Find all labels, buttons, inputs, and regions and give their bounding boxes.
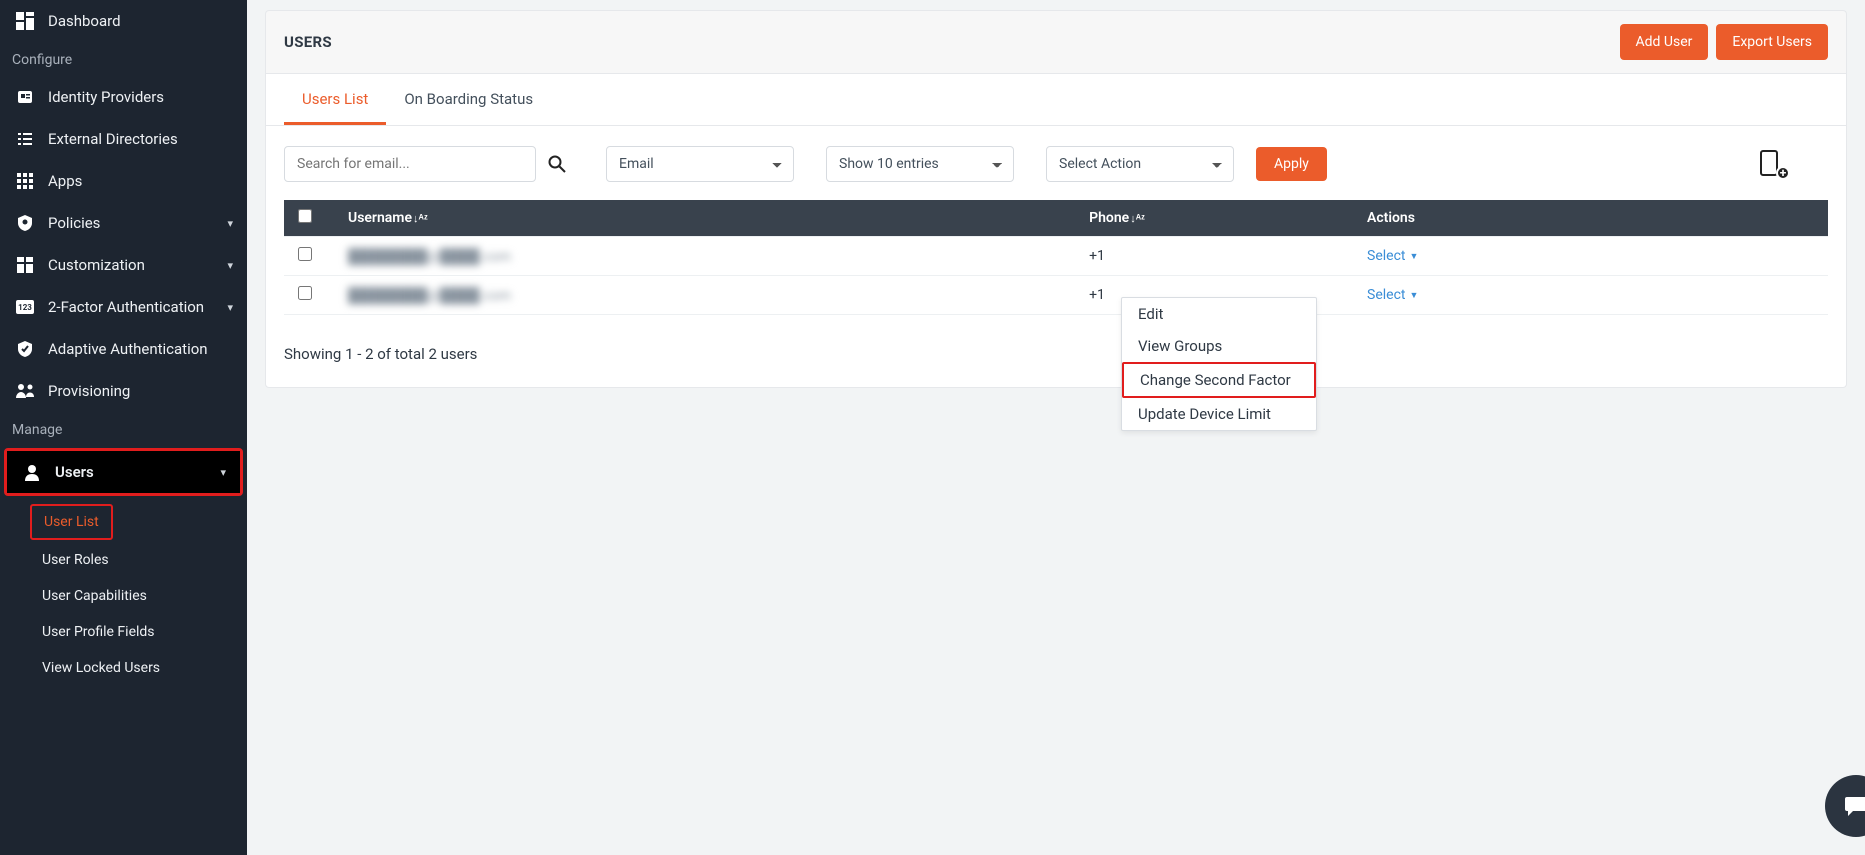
action-select[interactable]: Select Action [1046,146,1234,182]
verified-icon [14,340,36,358]
section-configure: Configure [0,42,247,76]
row-action-dropdown: Edit View Groups Change Second Factor Up… [1121,297,1317,431]
sidebar-item-label: Policies [48,214,100,232]
field-select[interactable]: Email [606,146,794,182]
apply-button[interactable]: Apply [1256,147,1327,181]
dropdown-edit[interactable]: Edit [1122,298,1316,330]
table-row: ████████@████.com +1 Select ▼ [284,237,1828,276]
col-username[interactable]: Username↓ᴬᶻ [334,200,1075,237]
table-row: ████████@████.com +1 Select ▼ [284,276,1828,315]
sidebar-item-label: Customization [48,256,145,274]
sidebar-sub-user-capabilities[interactable]: User Capabilities [0,578,247,614]
sort-icon: ↓ᴬᶻ [1130,212,1145,225]
section-manage: Manage [0,412,247,446]
entries-select[interactable]: Show 10 entries [826,146,1014,182]
2fa-icon: 123 [14,300,36,314]
sidebar-item-label: External Directories [48,130,178,148]
sidebar-sub-user-profile-fields[interactable]: User Profile Fields [0,614,247,650]
shield-icon [14,214,36,232]
sidebar-item-label: Provisioning [48,382,130,400]
dropdown-update-device-limit[interactable]: Update Device Limit [1122,398,1316,430]
sidebar-item-users[interactable]: Users ▾ [7,451,240,493]
chevron-down-icon: ▾ [220,466,226,479]
sidebar-item-apps[interactable]: Apps [0,160,247,202]
table-summary: Showing 1 - 2 of total 2 users [266,329,1846,387]
col-actions: Actions [1353,200,1828,237]
dropdown-change-second-factor[interactable]: Change Second Factor [1122,362,1316,398]
list-icon [14,130,36,148]
sidebar-item-customization[interactable]: Customization ▾ [0,244,247,286]
sidebar-item-label: Identity Providers [48,88,164,106]
row-checkbox[interactable] [298,286,312,300]
main-content: USERS Add User Export Users Users List O… [247,0,1865,855]
search-icon[interactable] [548,155,566,173]
sidebar-item-label: 2-Factor Authentication [48,298,204,316]
sidebar-item-2fa[interactable]: 123 2-Factor Authentication ▾ [0,286,247,328]
sidebar-item-provisioning[interactable]: Provisioning [0,370,247,412]
tab-users-list[interactable]: Users List [284,74,386,125]
sidebar-sub-user-roles[interactable]: User Roles [0,542,247,578]
row-checkbox[interactable] [298,247,312,261]
highlight-user-list: User List [30,504,113,540]
sidebar-item-adaptive-auth[interactable]: Adaptive Authentication [0,328,247,370]
username-cell: ████████@████.com [348,249,511,265]
sidebar-item-label: Apps [48,172,82,190]
select-all-checkbox[interactable] [298,209,312,223]
add-user-button[interactable]: Add User [1620,24,1709,60]
dashboard-icon [14,12,36,30]
sidebar-item-policies[interactable]: Policies ▾ [0,202,247,244]
page-title: USERS [284,33,332,51]
search-input[interactable] [284,146,536,182]
provisioning-icon [14,382,36,400]
chevron-down-icon: ▾ [227,301,233,314]
apps-icon [14,172,36,190]
phone-cell: +1 [1075,237,1353,276]
chevron-down-icon: ▾ [227,259,233,272]
idp-icon [14,88,36,106]
highlight-users: Users ▾ [4,448,243,496]
customize-icon [14,256,36,274]
sidebar-item-label: Users [55,463,94,481]
tab-onboarding-status[interactable]: On Boarding Status [386,74,551,125]
sidebar-sub-view-locked-users[interactable]: View Locked Users [0,650,247,686]
row-action-select[interactable]: Select ▼ [1367,287,1418,303]
sidebar: Dashboard Configure Identity Providers E… [0,0,247,855]
page-header: USERS Add User Export Users [265,10,1847,73]
add-device-icon[interactable]: + [1758,149,1788,179]
users-table: Username↓ᴬᶻ Phone↓ᴬᶻ Actions ████████@██… [284,200,1828,315]
col-phone[interactable]: Phone↓ᴬᶻ [1075,200,1353,237]
caret-down-icon: ▼ [1410,290,1419,301]
dropdown-view-groups[interactable]: View Groups [1122,330,1316,362]
sidebar-item-dashboard[interactable]: Dashboard [0,0,247,42]
chevron-down-icon: ▾ [227,217,233,230]
sidebar-sub-user-list[interactable]: User List [34,508,109,536]
table-wrap: Username↓ᴬᶻ Phone↓ᴬᶻ Actions ████████@██… [266,200,1846,329]
username-cell: ████████@████.com [348,288,511,304]
tabs: Users List On Boarding Status [266,74,1846,126]
sidebar-item-label: Dashboard [48,12,121,30]
export-users-button[interactable]: Export Users [1716,24,1828,60]
row-action-select[interactable]: Select ▼ [1367,248,1418,264]
sort-icon: ↓ᴬᶻ [413,212,428,225]
card-body: Users List On Boarding Status Email Show… [265,73,1847,388]
sidebar-item-label: Adaptive Authentication [48,340,208,358]
svg-text:123: 123 [18,303,32,312]
caret-down-icon: ▼ [1410,251,1419,262]
toolbar: Email Show 10 entries Select Action Appl… [266,126,1846,200]
sidebar-item-external-directories[interactable]: External Directories [0,118,247,160]
user-icon [21,463,43,481]
sidebar-item-identity-providers[interactable]: Identity Providers [0,76,247,118]
